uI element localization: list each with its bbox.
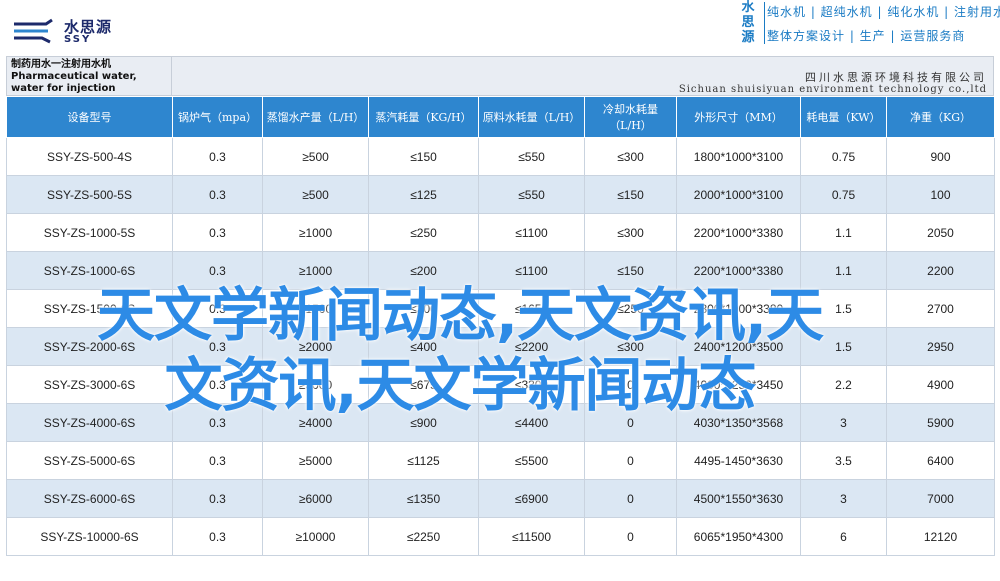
table-cell: 0.3 <box>172 441 263 480</box>
table-cell: 2200*1000*3380 <box>676 213 801 252</box>
product-title: 制药用水一注射用水机 Pharmaceutical water, water f… <box>6 56 172 96</box>
company-name-cn: 四川水思源环境科技有限公司 <box>805 71 987 84</box>
table-cell: ≤250 <box>368 213 479 252</box>
table-cell: ≤1350 <box>368 479 479 518</box>
table-cell: 7000 <box>886 479 995 518</box>
table-cell: ≤550 <box>478 175 585 214</box>
table-cell: 6065*1950*4300 <box>676 517 801 556</box>
table-cell: 3.5 <box>800 441 887 480</box>
company-name-en: Sichuan shuisiyuan environment technolog… <box>678 84 987 95</box>
table-cell: 4495-1450*3630 <box>676 441 801 480</box>
table-cell: 4500*1550*3630 <box>676 479 801 518</box>
table-cell: ≤300 <box>584 137 677 176</box>
table-cell: ≥500 <box>262 137 369 176</box>
table-cell: 1.1 <box>800 213 887 252</box>
column-header: 原料水耗量（L/H） <box>478 96 585 138</box>
column-header: 冷却水耗量（L/H） <box>584 96 677 138</box>
company-logo[interactable]: 水思源 SSY <box>12 14 132 50</box>
table-cell: 0.3 <box>172 479 263 518</box>
table-cell: 12120 <box>886 517 995 556</box>
table-cell: 0.3 <box>172 175 263 214</box>
column-header: 蒸馏水产量（L/H） <box>262 96 369 138</box>
table-cell: 2000*1000*3100 <box>676 175 801 214</box>
table-cell: ≤150 <box>584 175 677 214</box>
table-cell: SSY-ZS-500-5S <box>6 175 173 214</box>
table-cell: 6400 <box>886 441 995 480</box>
table-cell: 6 <box>800 517 887 556</box>
table-cell: 4900 <box>886 365 995 404</box>
brand-slogan: 水思源 纯水机 | 超纯水机 | 纯化水机 | 注射用水设备 整体方案设计 | … <box>737 0 1000 50</box>
table-row: SSY-ZS-500-5S 0.3 ≥500 ≤125 ≤550 ≤150 2000*100… <box>6 175 995 214</box>
column-header: 耗电量（KW） <box>800 96 887 138</box>
logo-mark-icon <box>14 18 53 44</box>
company-banner: 四川水思源环境科技有限公司 Sichuan shuisiyuan environ… <box>172 56 994 96</box>
page-header: 水思源 SSY 水思源 纯水机 | 超纯水机 | 纯化水机 | 注射用水设备 整… <box>0 0 1000 56</box>
table-cell: SSY-ZS-1000-5S <box>6 213 173 252</box>
column-header: 设备型号 <box>6 96 173 138</box>
table-cell: ≥500 <box>262 175 369 214</box>
table-cell: 3 <box>800 479 887 518</box>
brand-line-products: 纯水机 | 超纯水机 | 纯化水机 | 注射用水设备 <box>767 5 1000 19</box>
table-cell: 2050 <box>886 213 995 252</box>
table-cell: ≤2250 <box>368 517 479 556</box>
table-cell: 5900 <box>886 403 995 442</box>
table-cell: ≥5000 <box>262 441 369 480</box>
table-row: SSY-ZS-500-4S 0.3 ≥500 ≤150 ≤550 ≤300 1800*100… <box>6 137 995 176</box>
product-title-cn: 制药用水一注射用水机 <box>11 59 111 70</box>
spec-sheet: 制药用水一注射用水机 Pharmaceutical water, water f… <box>6 56 995 576</box>
table-cell: ≤11500 <box>478 517 585 556</box>
table-row: SSY-ZS-5000-6S 0.3 ≥5000 ≤1125 ≤5500 0 4495-14… <box>6 441 995 480</box>
table-cell: 900 <box>886 137 995 176</box>
table-cell: 2200 <box>886 251 995 290</box>
table-row: SSY-ZS-10000-6S 0.3 ≥10000 ≤2250 ≤11500 0 6065… <box>6 517 995 556</box>
table-cell: 2950 <box>886 327 995 366</box>
overlay-line-1: 天文学新闻动态,天文资讯,天 <box>96 281 824 349</box>
column-header: 外形尺寸（MM） <box>676 96 801 138</box>
overlay-line-2: 文资讯,天文学新闻动态 <box>164 351 756 419</box>
table-cell: 0.3 <box>172 137 263 176</box>
brand-badge: 水思源 <box>741 0 755 45</box>
table-cell: ≤1125 <box>368 441 479 480</box>
table-cell: ≤5500 <box>478 441 585 480</box>
brand-line-services: 整体方案设计 | 生产 | 运营服务商 <box>767 29 966 43</box>
table-cell: SSY-ZS-5000-6S <box>6 441 173 480</box>
column-header: 净重（KG） <box>886 96 995 138</box>
table-cell: 0 <box>584 479 677 518</box>
table-cell: ≤125 <box>368 175 479 214</box>
product-title-en: Pharmaceutical water, water for injectio… <box>11 71 137 94</box>
table-row: SSY-ZS-1000-5S 0.3 ≥1000 ≤250 ≤1100 ≤300 2200*… <box>6 213 995 252</box>
table-cell: 0.3 <box>172 213 263 252</box>
table-cell: ≥1000 <box>262 213 369 252</box>
table-cell: ≤150 <box>368 137 479 176</box>
table-cell: SSY-ZS-6000-6S <box>6 479 173 518</box>
table-cell: ≤300 <box>584 213 677 252</box>
table-cell: ≤6900 <box>478 479 585 518</box>
table-row: SSY-ZS-6000-6S 0.3 ≥6000 ≤1350 ≤6900 0 4500*15… <box>6 479 995 518</box>
table-cell: 0 <box>584 517 677 556</box>
table-cell: 0.3 <box>172 517 263 556</box>
table-cell: ≥10000 <box>262 517 369 556</box>
table-cell: ≤1100 <box>478 213 585 252</box>
table-cell: ≥6000 <box>262 479 369 518</box>
brand-divider <box>764 2 765 44</box>
overlay-headline: 天文学新闻动态,天文资讯,天 文资讯,天文学新闻动态 <box>20 280 900 430</box>
table-cell: SSY-ZS-10000-6S <box>6 517 173 556</box>
table-cell: 0 <box>584 441 677 480</box>
table-cell: 2700 <box>886 289 995 328</box>
column-header: 蒸汽耗量（KG/H） <box>368 96 479 138</box>
table-cell: 1800*1000*3100 <box>676 137 801 176</box>
table-cell: SSY-ZS-500-4S <box>6 137 173 176</box>
table-header-row: 设备型号 锅炉气（mpa） 蒸馏水产量（L/H） 蒸汽耗量（KG/H） 原料水耗量（L/… <box>6 96 995 138</box>
logo-name-en: SSY <box>64 34 92 45</box>
table-cell: ≤550 <box>478 137 585 176</box>
column-header: 锅炉气（mpa） <box>172 96 263 138</box>
table-cell: 100 <box>886 175 995 214</box>
table-cell: 0.75 <box>800 175 887 214</box>
table-cell: 0.75 <box>800 137 887 176</box>
